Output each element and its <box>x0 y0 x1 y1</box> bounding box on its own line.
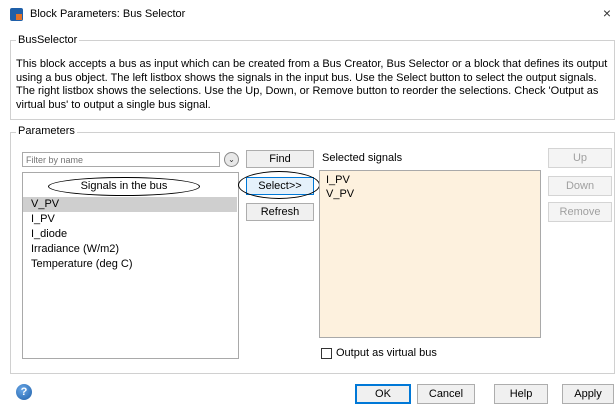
close-button[interactable]: × <box>600 6 614 20</box>
window-title: Block Parameters: Bus Selector <box>30 8 186 20</box>
filter-input[interactable] <box>26 153 219 166</box>
find-button[interactable]: Find <box>246 150 314 168</box>
selected-signal-item[interactable]: V_PV <box>326 188 354 200</box>
ok-button[interactable]: OK <box>355 384 411 404</box>
up-button[interactable]: Up <box>548 148 612 168</box>
down-button[interactable]: Down <box>548 176 612 196</box>
signal-item[interactable]: I_diode <box>23 227 237 242</box>
parameters-group-label: Parameters <box>16 125 77 137</box>
signal-item[interactable]: Irradiance (W/m2) <box>23 242 237 257</box>
signal-item[interactable]: I_PV <box>23 212 237 227</box>
select-button-annotation-oval <box>238 171 320 199</box>
filter-field[interactable] <box>22 152 220 167</box>
output-virtual-bus-checkbox[interactable] <box>321 348 332 359</box>
simulink-app-icon <box>10 8 23 21</box>
signal-item[interactable]: V_PV <box>23 197 237 212</box>
help-icon[interactable]: ? <box>16 384 32 400</box>
apply-button[interactable]: Apply <box>562 384 614 404</box>
selected-signals-label: Selected signals <box>322 152 403 164</box>
refresh-button[interactable]: Refresh <box>246 203 314 221</box>
signals-tree-root[interactable]: Signals in the bus <box>48 177 200 196</box>
selected-signal-item[interactable]: I_PV <box>326 174 350 186</box>
remove-button[interactable]: Remove <box>548 202 612 222</box>
bus-selector-group-label: BusSelector <box>16 34 80 46</box>
output-virtual-bus-label[interactable]: Output as virtual bus <box>336 347 437 359</box>
cancel-button[interactable]: Cancel <box>417 384 475 404</box>
filter-options-icon[interactable]: ⌄ <box>224 152 239 167</box>
signal-item[interactable]: Temperature (deg C) <box>23 257 237 272</box>
block-description: This block accepts a bus as input which … <box>16 58 608 111</box>
help-button[interactable]: Help <box>494 384 548 404</box>
